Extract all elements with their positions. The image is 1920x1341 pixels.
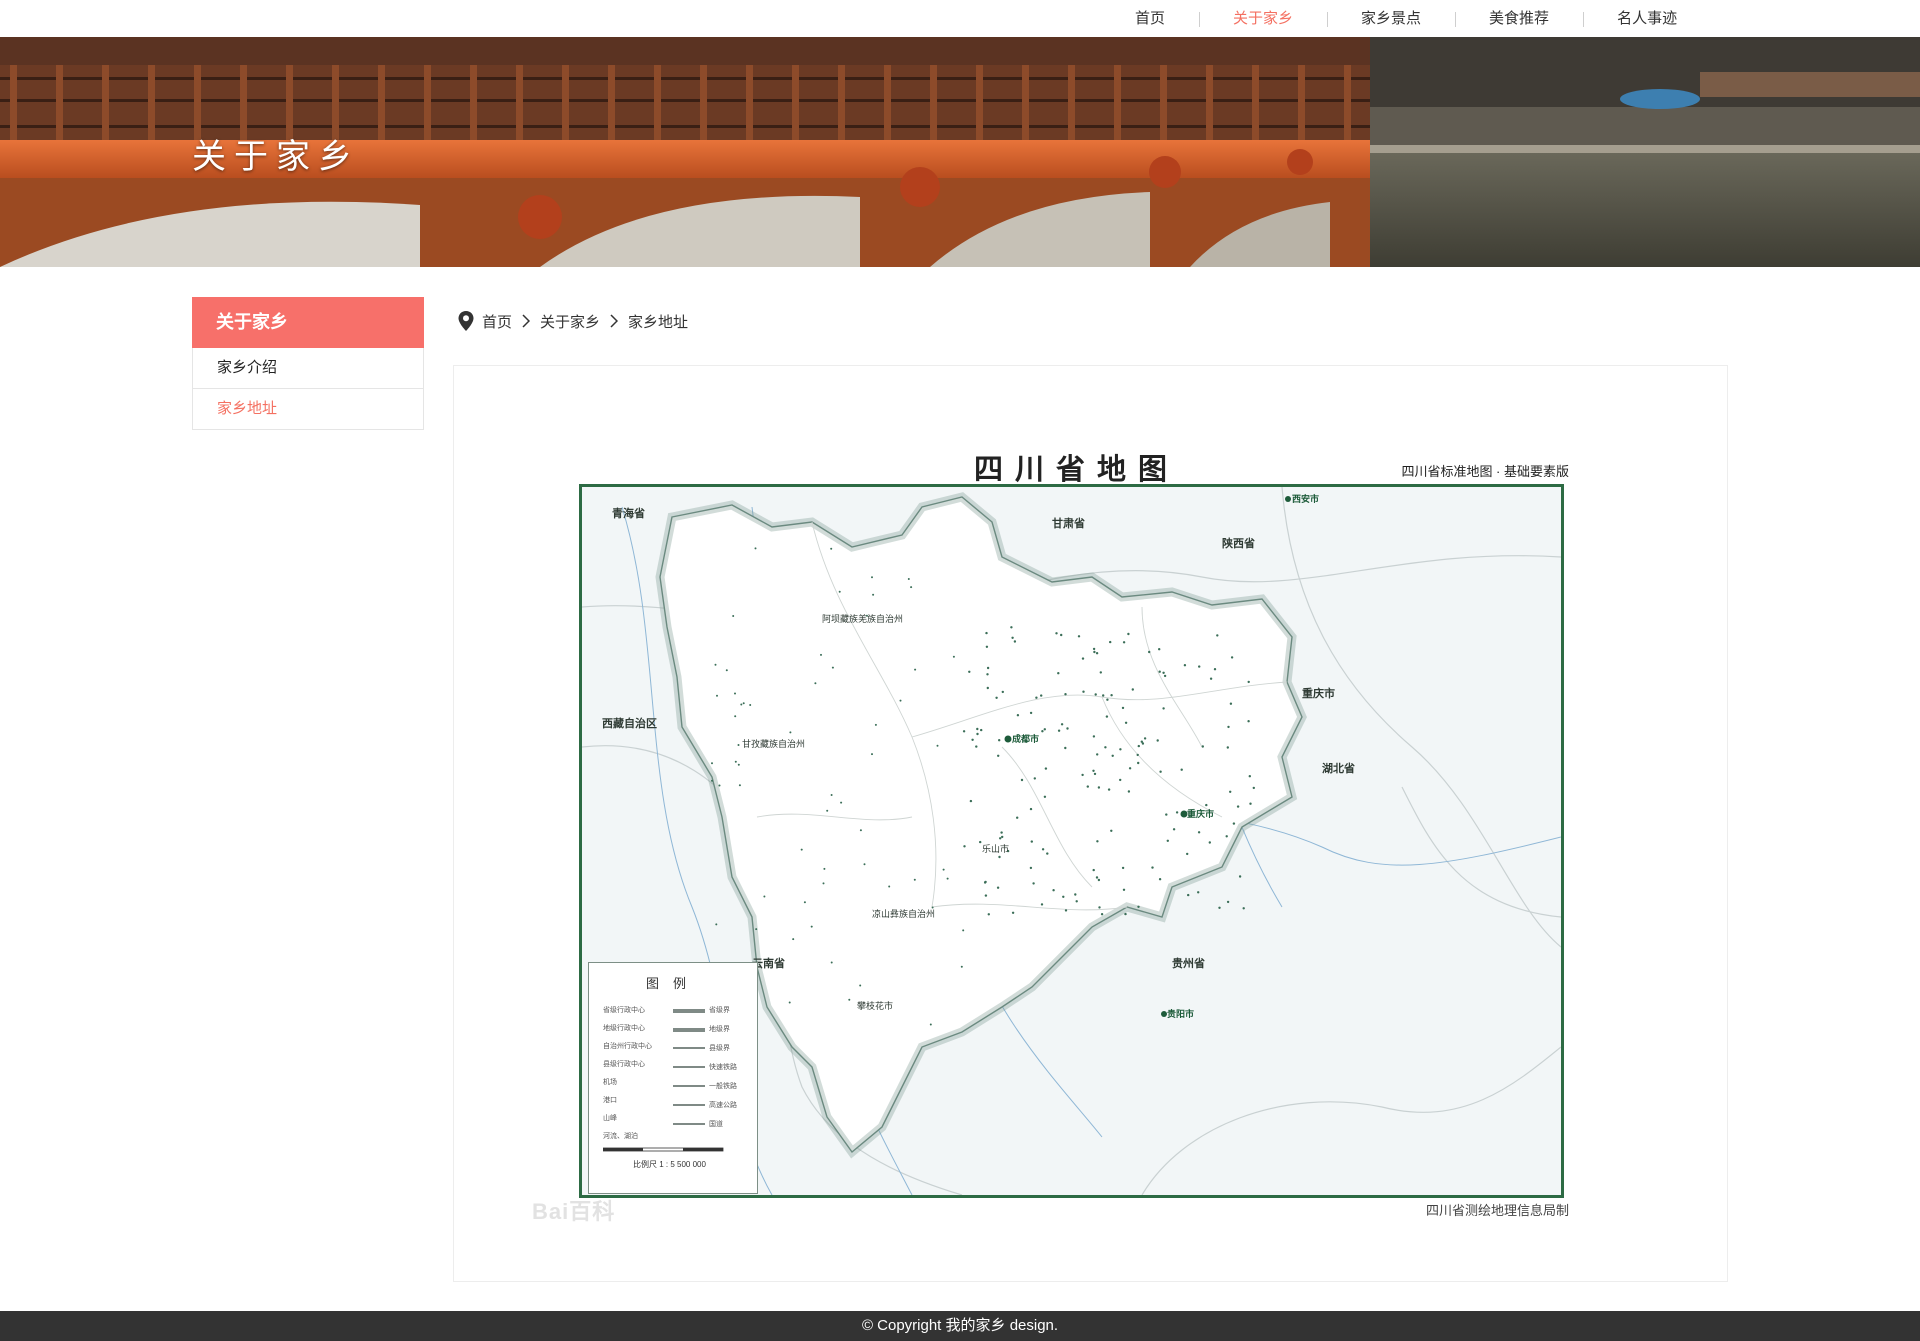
nav-item-attractions[interactable]: 家乡景点 — [1327, 0, 1455, 37]
top-navigation: 首页 关于家乡 家乡景点 美食推荐 名人事迹 — [0, 0, 1920, 37]
breadcrumb-about[interactable]: 关于家乡 — [540, 311, 600, 332]
label-chongqing-city: 重庆市 — [1187, 808, 1214, 820]
chevron-right-icon — [522, 314, 531, 328]
nav-item-food[interactable]: 美食推荐 — [1455, 0, 1583, 37]
sidebar-item-intro[interactable]: 家乡介绍 — [192, 348, 424, 389]
nav-item-celebrities[interactable]: 名人事迹 — [1583, 0, 1711, 37]
legend-item: 省级行政中心 — [603, 1007, 645, 1014]
legend-line-item: 省级界 — [709, 1007, 730, 1014]
legend-item: 机场 — [603, 1079, 617, 1086]
sidebar-item-address[interactable]: 家乡地址 — [192, 389, 424, 430]
label-hubei: 湖北省 — [1322, 761, 1355, 775]
legend-line-item: 一般铁路 — [709, 1083, 737, 1090]
nav-item-about[interactable]: 关于家乡 — [1199, 0, 1327, 37]
map-image: 青海省 甘肃省 陕西省 西藏自治区 重庆市 云南省 贵州省 湖北省 阿坝藏族羌族… — [579, 484, 1564, 1198]
content-panel: 四川省地图 四川省标准地图 · 基础要素版 青海省 甘肃省 陕西省 西藏自治区 … — [453, 365, 1728, 1282]
sichuan-map: 四川省地图 四川省标准地图 · 基础要素版 青海省 甘肃省 陕西省 西藏自治区 … — [579, 441, 1574, 1218]
legend-item: 港口 — [603, 1097, 617, 1104]
legend-line-item: 地级界 — [709, 1026, 730, 1033]
legend-item: 县级行政中心 — [603, 1061, 645, 1068]
legend-line-item: 县级界 — [709, 1045, 730, 1052]
label-panzhihua: 攀枝花市 — [857, 1000, 893, 1012]
legend-title: 图例 — [645, 976, 700, 991]
legend-line-symbol — [673, 1104, 705, 1106]
legend-item: 山峰 — [603, 1115, 617, 1122]
label-leshan: 乐山市 — [982, 843, 1009, 855]
legend-line-symbol — [673, 1123, 705, 1125]
banner-title: 关于家乡 — [192, 138, 360, 176]
legend-item: 河流、湖泊 — [603, 1133, 638, 1140]
breadcrumb-current: 家乡地址 — [628, 313, 689, 331]
legend-line-item: 高速公路 — [709, 1102, 737, 1109]
legend-line-symbol — [673, 1047, 705, 1049]
legend-line-symbol — [673, 1028, 705, 1032]
legend-scale-bar — [603, 1147, 724, 1152]
map-credit: 四川省测绘地理信息局制 — [1425, 1203, 1569, 1218]
label-xizang: 西藏自治区 — [602, 716, 657, 730]
legend-line-item: 国道 — [709, 1121, 723, 1128]
label-shaanxi: 陕西省 — [1222, 536, 1255, 550]
label-aba: 阿坝藏族羌族自治州 — [822, 613, 903, 625]
chevron-right-icon — [610, 314, 619, 328]
label-chongqing: 重庆市 — [1302, 686, 1335, 700]
nav-item-home[interactable]: 首页 — [1101, 0, 1199, 37]
legend-item: 自治州行政中心 — [603, 1043, 652, 1050]
map-edition: 四川省标准地图 · 基础要素版 — [1401, 464, 1569, 479]
legend-item: 地级行政中心 — [603, 1025, 645, 1032]
label-qinghai: 青海省 — [612, 506, 645, 520]
legend-scale: 比例尺 1 : 5 500 000 — [633, 1160, 706, 1169]
legend-line-symbol — [673, 1066, 705, 1068]
legend-line-symbol — [673, 1085, 705, 1087]
label-gansu: 甘肃省 — [1052, 516, 1085, 530]
label-ganzi: 甘孜藏族自治州 — [742, 738, 805, 750]
footer: © Copyright 我的家乡 design. — [0, 1311, 1920, 1341]
breadcrumb-home[interactable]: 首页 — [482, 311, 512, 332]
map-pin-icon — [458, 311, 474, 331]
footer-copyright: © Copyright 我的家乡 design. — [861, 1317, 1059, 1334]
label-chengdu: 成都市 — [1012, 733, 1039, 745]
label-guizhou: 贵州省 — [1172, 956, 1205, 970]
sidebar: 关于家乡 家乡介绍 家乡地址 — [192, 297, 424, 430]
banner-image: 关于家乡 — [0, 37, 1920, 267]
sidebar-heading: 关于家乡 — [192, 297, 424, 348]
label-guiyang: 贵阳市 — [1167, 1008, 1194, 1020]
nav-menu: 首页 关于家乡 家乡景点 美食推荐 名人事迹 — [1101, 0, 1711, 37]
label-liangshan: 凉山彝族自治州 — [872, 908, 935, 920]
map-legend: 图例 省级行政中心 地级行政中心 自治州行政中心 县级行政中心 机场港口山峰河流、湖泊 省… — [588, 962, 758, 1194]
legend-line-symbol — [673, 1009, 705, 1013]
legend-line-item: 快速铁路 — [709, 1064, 737, 1071]
watermark: Bai百科 — [532, 1199, 616, 1224]
label-xian: 西安市 — [1292, 493, 1319, 505]
breadcrumb: 首页 关于家乡 家乡地址 — [458, 307, 688, 335]
